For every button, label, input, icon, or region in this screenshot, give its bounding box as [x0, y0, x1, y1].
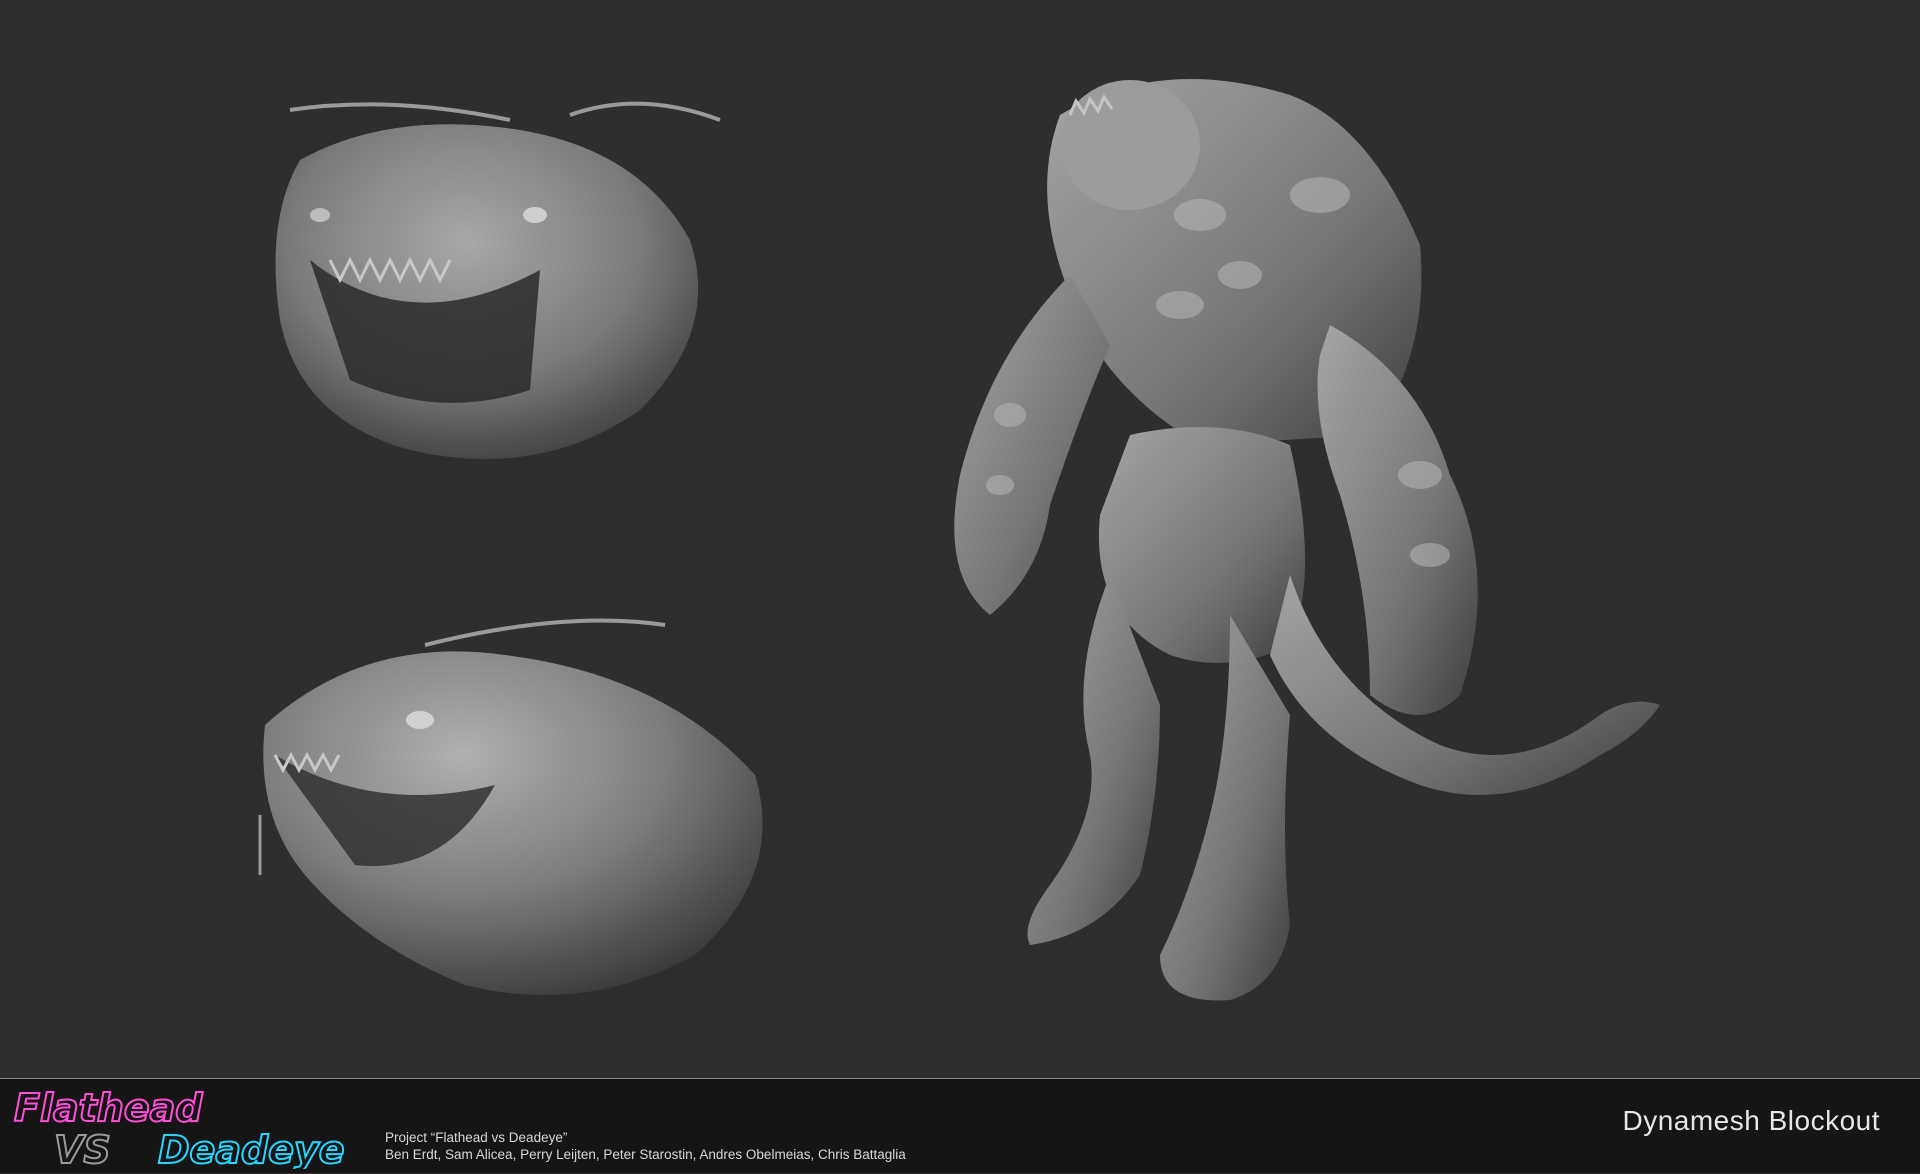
- creature-head-side-render: [258, 618, 763, 995]
- project-logo: Flathead VS Deadeye: [10, 1085, 380, 1173]
- creature-head-front-render: [275, 101, 721, 460]
- team-names: Ben Erdt, Sam Alicea, Perry Leijten, Pet…: [385, 1147, 906, 1162]
- credits-block: Project “Flathead vs Deadeye” Ben Erdt, …: [385, 1129, 906, 1163]
- creature-full-body-render: [954, 79, 1660, 1001]
- stage-label: Dynamesh Blockout: [1622, 1105, 1880, 1136]
- logo-word-vs: VS: [54, 1128, 111, 1169]
- footer-bar: Flathead VS Deadeye Project “Flathead vs…: [0, 1078, 1920, 1173]
- viewport-canvas: [0, 0, 1920, 1078]
- project-title: Project “Flathead vs Deadeye”: [385, 1130, 568, 1145]
- logo-word-flathead: Flathead: [14, 1086, 203, 1130]
- logo-word-deadeye: Deadeye: [158, 1128, 344, 1169]
